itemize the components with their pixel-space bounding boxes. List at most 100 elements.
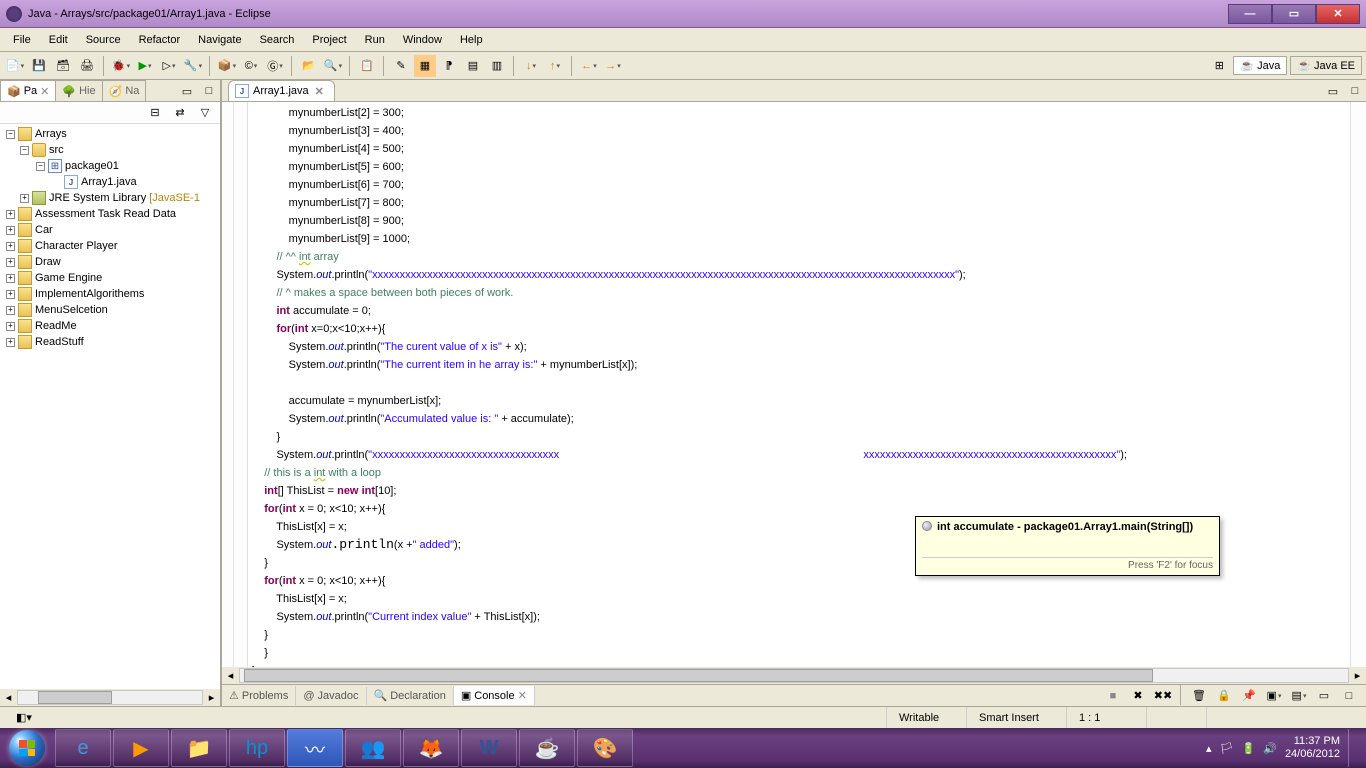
project-item[interactable]: MenuSelcetion [35, 304, 108, 316]
tab-declaration[interactable]: 🔍 Declaration [367, 686, 454, 705]
search-button[interactable]: 🔍 [322, 55, 344, 77]
prev-annotation-button[interactable]: ↑ [544, 55, 566, 77]
editor-ruler[interactable] [222, 102, 234, 667]
console-max-button[interactable]: □ [1338, 685, 1360, 707]
console-open-button[interactable]: ▤ [1288, 685, 1310, 707]
project-item[interactable]: ReadStuff [35, 336, 84, 348]
menu-window[interactable]: Window [394, 31, 451, 49]
taskbar-paint[interactable]: 🎨 [577, 729, 633, 767]
start-button[interactable] [0, 728, 54, 768]
console-remove-button[interactable]: ✖ [1127, 685, 1149, 707]
menu-project[interactable]: Project [303, 31, 355, 49]
show-whitespace-button[interactable]: ⁋ [438, 55, 460, 77]
task-button[interactable]: 📋 [356, 55, 378, 77]
tray-show-hidden-icon[interactable]: ▴ [1206, 742, 1212, 755]
taskbar-eclipse[interactable]: ☕ [519, 729, 575, 767]
system-tray[interactable]: ▴ 🏳 🔋 🔊 11:37 PM 24/06/2012 [1196, 729, 1366, 767]
maximize-button[interactable]: ▭ [1272, 4, 1316, 24]
new-button[interactable]: 📄 [4, 55, 26, 77]
back-button[interactable]: ← [578, 55, 600, 77]
editor-scrollbar[interactable]: ◂▸ [222, 667, 1366, 684]
view-maximize-button[interactable]: □ [198, 80, 220, 102]
tab-navigator[interactable]: 🧭Na [102, 80, 147, 101]
editor-tab-array1[interactable]: J Array1.java ✕ [228, 80, 335, 101]
project-item[interactable]: Draw [35, 256, 61, 268]
menu-refactor[interactable]: Refactor [130, 31, 190, 49]
save-all-button[interactable]: 🗃 [52, 55, 74, 77]
collapse-all-button[interactable]: ⊟ [144, 102, 166, 124]
menu-search[interactable]: Search [251, 31, 304, 49]
new-type-button[interactable]: Ⓖ [264, 55, 286, 77]
next-annotation-button[interactable]: ↓ [520, 55, 542, 77]
new-package-button[interactable]: 📦 [216, 55, 238, 77]
menu-help[interactable]: Help [451, 31, 492, 49]
perspective-java[interactable]: ☕Java [1233, 56, 1287, 75]
src-folder[interactable]: src [49, 144, 64, 156]
tray-volume-icon[interactable]: 🔊 [1263, 742, 1277, 755]
project-item[interactable]: Car [35, 224, 53, 236]
editor-maximize-button[interactable]: □ [1344, 80, 1366, 102]
taskbar-firefox[interactable]: 🦊 [403, 729, 459, 767]
tab-console[interactable]: ▣ Console ✕ [454, 686, 535, 705]
taskbar-ie[interactable]: e [55, 729, 111, 767]
project-item[interactable]: Assessment Task Read Data [35, 208, 176, 220]
editor-overview-ruler[interactable] [1350, 102, 1366, 667]
console-pin-button[interactable]: 📌 [1238, 685, 1260, 707]
console-scroll-lock-button[interactable]: 🔒 [1213, 685, 1235, 707]
project-item[interactable]: Character Player [35, 240, 118, 252]
tab-problems[interactable]: ⚠ Problems [222, 686, 296, 705]
tray-power-icon[interactable]: 🔋 [1242, 742, 1256, 755]
project-item[interactable]: Game Engine [35, 272, 102, 284]
code-editor[interactable]: mynumberList[2] = 300; mynumberList[3] =… [248, 102, 1350, 667]
taskbar-messenger[interactable]: 👥 [345, 729, 401, 767]
project-item[interactable]: ReadMe [35, 320, 77, 332]
tray-action-center-icon[interactable]: 🏳 [1220, 742, 1234, 755]
link-editor-button[interactable]: ⇄ [169, 102, 191, 124]
tree-scrollbar[interactable]: ◂▸ [0, 689, 220, 706]
taskbar-media-player[interactable]: ▶ [113, 729, 169, 767]
forward-button[interactable]: → [602, 55, 624, 77]
external-tools-button[interactable]: 🔧 [182, 55, 204, 77]
toggle-block-button[interactable]: ▦ [414, 55, 436, 77]
show-line-button[interactable]: ▥ [486, 55, 508, 77]
new-class-button[interactable]: © [240, 55, 262, 77]
console-display-button[interactable]: ▣ [1263, 685, 1285, 707]
fastview-button[interactable]: ◧▾ [12, 709, 36, 726]
file-array1[interactable]: Array1.java [81, 176, 137, 188]
minimize-button[interactable]: — [1228, 4, 1272, 24]
console-terminate-button[interactable]: ■ [1102, 685, 1124, 707]
view-minimize-button[interactable]: ▭ [176, 80, 198, 102]
close-tab-button[interactable]: ✕ [313, 85, 326, 98]
project-item[interactable]: ImplementAlgorithems [35, 288, 144, 300]
show-source-button[interactable]: ▤ [462, 55, 484, 77]
project-arrays[interactable]: Arrays [35, 128, 67, 140]
run-last-button[interactable]: ▷ [158, 55, 180, 77]
show-desktop-button[interactable] [1348, 729, 1356, 767]
console-remove-all-button[interactable]: ✖✖ [1152, 685, 1174, 707]
console-min-button[interactable]: ▭ [1313, 685, 1335, 707]
menu-edit[interactable]: Edit [40, 31, 77, 49]
tab-javadoc[interactable]: @ Javadoc [296, 687, 366, 705]
taskbar-word[interactable]: W [461, 729, 517, 767]
menu-file[interactable]: File [4, 31, 40, 49]
jre-library[interactable]: JRE System Library [49, 192, 146, 204]
close-button[interactable]: ✕ [1316, 4, 1360, 24]
package01[interactable]: package01 [65, 160, 119, 172]
editor-fold-column[interactable] [234, 102, 248, 667]
tray-clock[interactable]: 11:37 PM 24/06/2012 [1285, 735, 1340, 761]
toggle-mark-button[interactable]: ✎ [390, 55, 412, 77]
project-tree[interactable]: −Arrays −src −⊞package01 JArray1.java +J… [0, 124, 220, 689]
menu-source[interactable]: Source [77, 31, 130, 49]
editor-minimize-button[interactable]: ▭ [1322, 80, 1344, 102]
view-menu-button[interactable]: ▽ [194, 102, 216, 124]
menu-navigate[interactable]: Navigate [189, 31, 250, 49]
taskbar-app1[interactable]: 〰 [287, 729, 343, 767]
menu-run[interactable]: Run [356, 31, 394, 49]
open-type-button[interactable]: 📂 [298, 55, 320, 77]
open-perspective-button[interactable]: ⊞ [1208, 55, 1230, 77]
print-button[interactable]: 🖨 [76, 55, 98, 77]
save-button[interactable]: 💾 [28, 55, 50, 77]
debug-button[interactable]: 🐞 [110, 55, 132, 77]
tab-hierarchy[interactable]: 🌳Hie [55, 80, 102, 101]
run-button[interactable]: ▶ [134, 55, 156, 77]
